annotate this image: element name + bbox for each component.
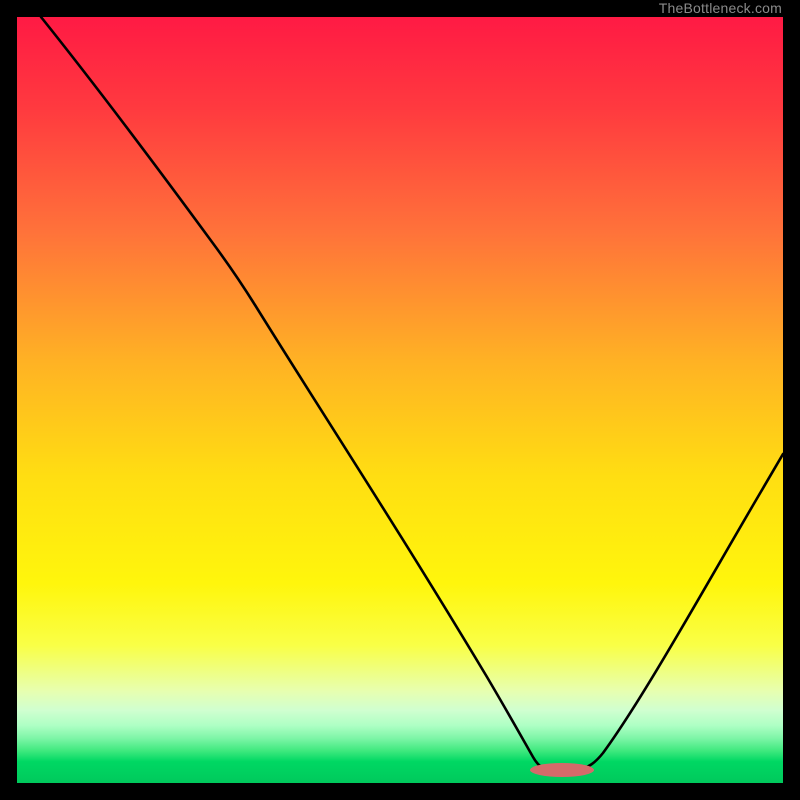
plot-area <box>17 17 783 783</box>
chart-frame: TheBottleneck.com <box>0 0 800 800</box>
optimum-marker <box>530 763 594 777</box>
bottleneck-curve-chart <box>17 17 783 783</box>
gradient-background <box>17 17 783 783</box>
attribution-label: TheBottleneck.com <box>659 0 782 17</box>
